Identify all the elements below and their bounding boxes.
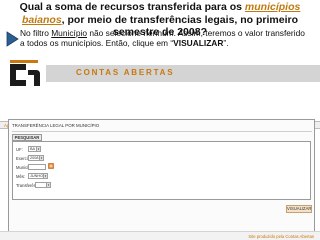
form-title: TRANSFERÊNCIA LEGAL POR MUNICÍPIO (12, 123, 100, 128)
municipio-field[interactable] (28, 164, 46, 170)
uf-select[interactable]: BA ▾ (28, 146, 41, 152)
mes-select[interactable]: JUNHO ▾ (28, 173, 48, 179)
footer-text: Site produzido pela Contas Abertas (248, 234, 314, 239)
exercicio-select[interactable]: 2008 ▾ (28, 155, 44, 161)
filter-tab[interactable]: PESQUISAR POR (12, 134, 42, 145)
filter-panel: UF: BA ▾ Exercício: 2008 ▾ Município: Mê… (12, 141, 311, 200)
transferencia-select[interactable]: ▾ (35, 182, 51, 188)
transfer-form: TRANSFERÊNCIA LEGAL POR MUNICÍPIO PESQUI… (8, 119, 315, 233)
chevron-down-icon: ▾ (46, 183, 50, 187)
footer: Site produzido pela Contas Abertas (0, 231, 320, 240)
form-divider (12, 131, 312, 132)
chevron-down-icon: ▾ (43, 174, 47, 178)
cn-logo-icon (10, 60, 40, 86)
visualizar-button[interactable]: VISUALIZAR (286, 205, 312, 213)
picker-icon[interactable] (48, 163, 54, 169)
chevron-down-icon: ▾ (39, 156, 43, 160)
brand-band: CONTAS ABERTAS (46, 65, 320, 82)
uf-label: UF: (16, 147, 23, 152)
brand-title: CONTAS ABERTAS (76, 68, 175, 77)
mes-label: Mês: (16, 174, 26, 179)
instruction-text: No filtro Município não selecione nenhum… (20, 28, 305, 49)
chevron-down-icon: ▾ (36, 147, 40, 151)
